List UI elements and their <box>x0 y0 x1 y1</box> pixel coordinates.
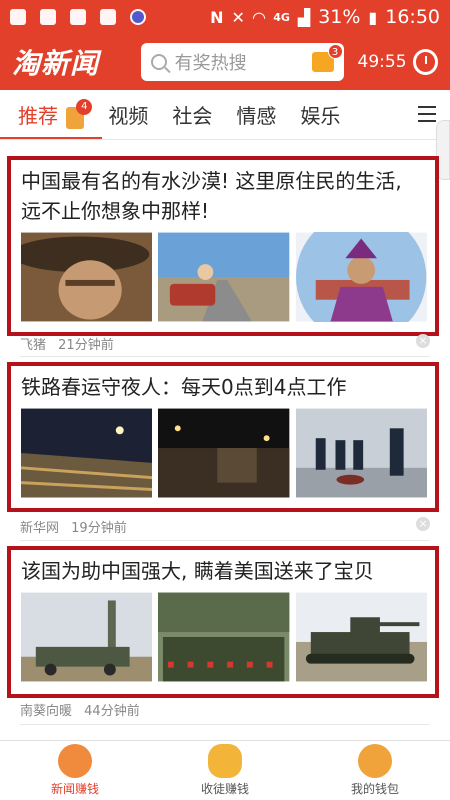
nfc-icon: N <box>210 7 224 27</box>
article-title: 中国最有名的有水沙漠! 这里原住民的生活, 远不止你想象中那样! <box>21 169 402 223</box>
nav-label: 收徒赚钱 <box>200 782 249 796</box>
article-card[interactable]: 铁路春运守夜人：每天0点到4点工作 <box>7 362 439 512</box>
lantern-icon <box>208 744 242 778</box>
article-source: 飞猪 <box>20 338 47 353</box>
menu-icon[interactable] <box>418 106 436 122</box>
tab-badge-count: 4 <box>76 98 93 115</box>
article-time: 19分钟前 <box>71 521 127 536</box>
article-card[interactable]: 中国最有名的有水沙漠! 这里原住民的生活, 远不止你想象中那样! <box>7 156 439 336</box>
notification-muted-icon <box>10 9 26 25</box>
article-thumbnails <box>11 402 435 498</box>
divider <box>20 356 430 357</box>
tab-recommend[interactable]: 推荐 4 <box>18 96 93 133</box>
app-header: 淘新闻 有奖热搜 3 49:55 <box>0 34 450 90</box>
divider <box>20 724 430 725</box>
clock: 16:50 <box>385 6 440 28</box>
download-icon <box>40 9 56 25</box>
article-thumbnails <box>11 586 435 682</box>
tab-video[interactable]: 视频 <box>108 96 148 133</box>
battery-icon: ▮ <box>368 7 378 27</box>
red-packet-icon: 4 <box>66 98 93 129</box>
nav-wallet[interactable]: 我的钱包 <box>300 741 450 800</box>
tab-emotion[interactable]: 情感 <box>236 96 276 133</box>
battery-percent: 31% <box>318 6 361 28</box>
article-card[interactable]: 该国为助中国强大, 瞒着美国送来了宝贝 <box>7 546 439 698</box>
wallet-icon <box>358 744 392 778</box>
divider <box>20 540 430 541</box>
article-time: 21分钟前 <box>58 338 114 353</box>
alarm-clock-icon[interactable] <box>412 49 439 75</box>
signal-icon: ▟ <box>297 7 311 27</box>
network-type: 4G <box>273 10 290 24</box>
article-meta: 新华网 19分钟前 <box>20 517 127 536</box>
category-tabs: 推荐 4 视频 社会 情感 娱乐 <box>0 90 450 140</box>
article-image <box>158 232 290 322</box>
article-time: 44分钟前 <box>84 704 140 719</box>
article-image <box>21 232 153 322</box>
image-icon <box>70 9 86 25</box>
nav-news-earn[interactable]: 新闻赚钱 <box>0 741 150 800</box>
tab-society[interactable]: 社会 <box>172 96 212 133</box>
mute-icon: ✕ <box>231 7 245 27</box>
bottom-navigation: 新闻赚钱 收徒赚钱 我的钱包 <box>0 740 450 800</box>
article-meta: 南葵向暖 44分钟前 <box>20 700 140 719</box>
article-title: 该国为助中国强大, 瞒着美国送来了宝贝 <box>21 559 374 583</box>
article-title: 铁路春运守夜人：每天0点到4点工作 <box>21 375 347 399</box>
search-placeholder: 有奖热搜 <box>174 53 247 74</box>
tab-entertainment[interactable]: 娱乐 <box>300 96 340 133</box>
tab-label: 推荐 <box>18 104 58 128</box>
app-logo: 淘新闻 <box>12 47 100 80</box>
article-source: 新华网 <box>20 521 60 536</box>
news-earn-icon <box>58 744 92 778</box>
wifi-icon: ◠ <box>252 7 266 27</box>
article-image <box>295 592 427 682</box>
article-image <box>295 408 427 498</box>
search-box[interactable]: 有奖热搜 3 <box>140 43 344 81</box>
mail-icon <box>100 9 116 25</box>
nav-recruit-earn[interactable]: 收徒赚钱 <box>150 741 300 800</box>
gift-icon[interactable]: 3 <box>311 44 343 72</box>
article-source: 南葵向暖 <box>20 704 73 719</box>
gift-count-badge: 3 <box>327 44 343 59</box>
dismiss-icon[interactable]: × <box>416 334 430 348</box>
notification-icons <box>10 9 210 25</box>
status-bar: N ✕ ◠ 4G ▟ 31% ▮ 16:50 <box>0 0 450 34</box>
app-notification-icon <box>130 9 146 25</box>
article-image <box>158 592 290 682</box>
article-image <box>21 408 153 498</box>
search-icon <box>150 54 167 70</box>
article-image <box>158 408 290 498</box>
dismiss-icon[interactable]: × <box>416 517 430 531</box>
article-thumbnails <box>11 226 435 322</box>
nav-label: 我的钱包 <box>350 782 399 796</box>
active-tab-indicator <box>0 137 102 139</box>
countdown-timer: 49:55 <box>357 52 407 72</box>
article-image <box>295 232 427 322</box>
article-image <box>21 592 153 682</box>
nav-label: 新闻赚钱 <box>50 782 99 796</box>
article-meta: 飞猪 21分钟前 <box>20 334 114 353</box>
